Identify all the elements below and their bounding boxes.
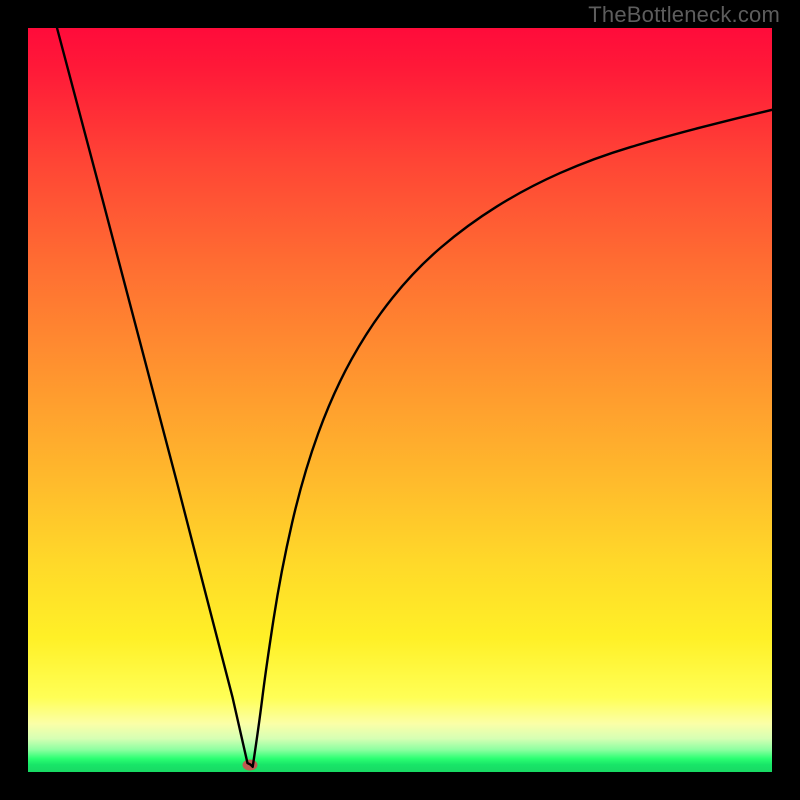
bottleneck-curve	[57, 28, 772, 767]
curve-svg	[28, 28, 772, 772]
watermark-text: TheBottleneck.com	[588, 2, 780, 28]
plot-area	[28, 28, 772, 772]
chart-frame: TheBottleneck.com	[0, 0, 800, 800]
